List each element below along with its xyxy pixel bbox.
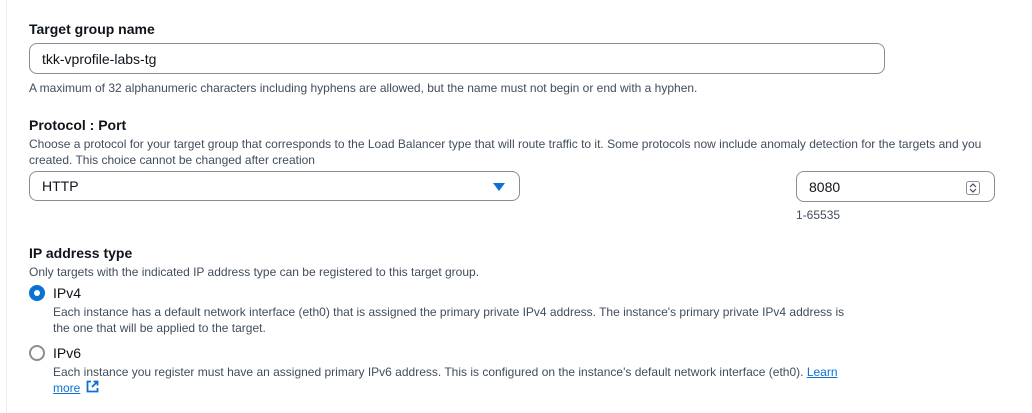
ip-address-type-description: Only targets with the indicated IP addre…	[29, 265, 480, 279]
radio-option-ipv4-label: IPv4	[53, 285, 82, 301]
learn-more-link-part1[interactable]: Learn	[807, 365, 838, 379]
port-range-hint: 1-65535	[796, 208, 841, 222]
caret-down-icon	[493, 183, 505, 191]
radio-option-ipv6-label: IPv6	[53, 345, 82, 361]
protocol-port-description-line1: Choose a protocol for your target group …	[29, 137, 982, 151]
spinner-icon[interactable]	[966, 181, 980, 195]
protocol-port-description-line2: created. This choice cannot be changed a…	[29, 153, 315, 167]
protocol-port-label: Protocol : Port	[29, 117, 127, 133]
target-group-name-label: Target group name	[29, 21, 155, 37]
learn-more-line2: more	[53, 380, 99, 397]
port-input-value: 8080	[809, 178, 841, 195]
ipv4-description-line1: Each instance has a default network inte…	[53, 305, 845, 319]
port-input[interactable]: 8080	[796, 171, 995, 202]
learn-more-link[interactable]: more	[53, 381, 80, 395]
ip-address-type-label: IP address type	[29, 245, 133, 261]
ipv4-description-line2: the one that will be applied to the targ…	[53, 321, 266, 335]
target-group-name-input[interactable]	[29, 43, 885, 74]
external-link-icon[interactable]	[86, 380, 99, 397]
protocol-select-value: HTTP	[42, 178, 79, 194]
protocol-select[interactable]: HTTP	[29, 171, 520, 201]
panel-left-border	[6, 0, 7, 413]
target-group-name-hint: A maximum of 32 alphanumeric characters …	[29, 81, 698, 95]
radio-option-ipv6[interactable]: IPv6	[29, 344, 929, 364]
ipv6-description-text: Each instance you register must have an …	[53, 365, 804, 379]
radio-option-ipv4[interactable]: IPv4	[29, 284, 929, 304]
radio-selected-icon[interactable]	[29, 285, 45, 301]
radio-unselected-icon[interactable]	[29, 345, 45, 361]
ipv6-description-line1: Each instance you register must have an …	[53, 364, 838, 380]
